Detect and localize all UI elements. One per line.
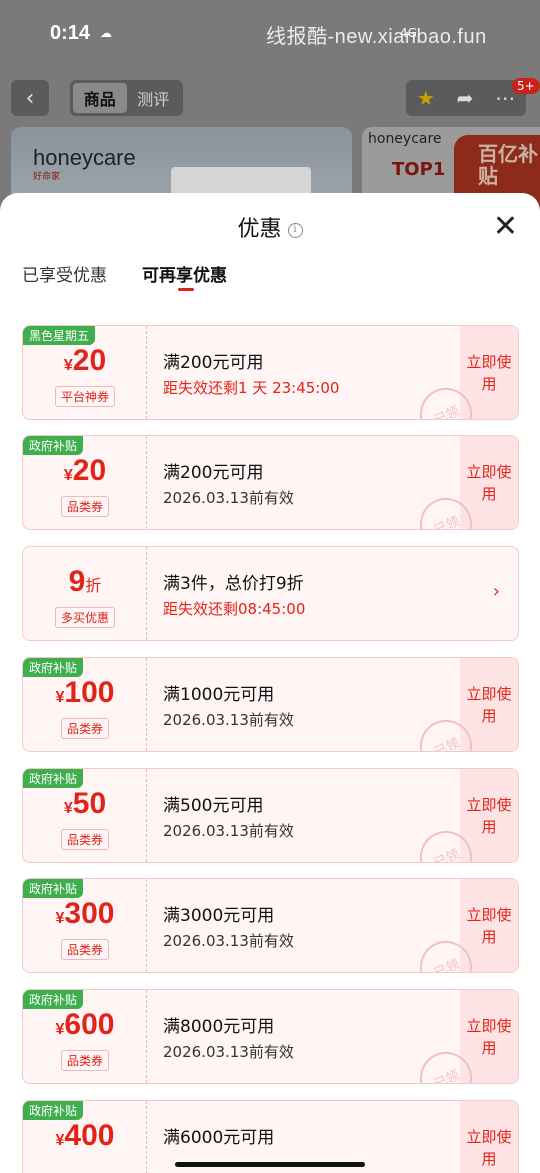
coupon-value-area: 政府补贴 ¥100 品类券 xyxy=(23,658,147,751)
discount-sheet: 优惠 i ✕ 已享受优惠 可再享优惠 黑色星期五 ¥20 平台神券 满200元可用 距… xyxy=(0,193,540,1173)
home-indicator[interactable] xyxy=(175,1162,365,1167)
coupon-condition: 满200元可用 xyxy=(163,353,264,373)
coupon-card[interactable]: 政府补贴 ¥300 品类券 满3000元可用 2026.03.13前有效 立即使用已… xyxy=(22,878,519,973)
coupon-expiry: 2026.03.13前有效 xyxy=(163,932,294,950)
coupon-value-area: 政府补贴 ¥600 品类券 xyxy=(23,990,147,1083)
coupon-amount: ¥50 xyxy=(63,787,107,820)
coupon-value-area: 政府补贴 ¥300 品类券 xyxy=(23,879,147,972)
chevron-right-icon[interactable]: › xyxy=(493,581,500,602)
close-button[interactable]: ✕ xyxy=(493,212,518,242)
coupon-amount: ¥400 xyxy=(55,1119,115,1152)
weather-icon: ☁ xyxy=(100,26,112,40)
brand-logo-text-2: honeycare xyxy=(368,131,442,147)
product-tabs: 商品 测评 xyxy=(70,80,183,116)
watermark-text: 线报酷-new.xianbao.fun xyxy=(266,26,487,48)
coupon-details: 满200元可用 2026.03.13前有效 xyxy=(163,458,294,508)
product-top-nav: ‹ 商品 测评 ★ ➦ ⋯ 5+ xyxy=(0,78,540,118)
coupon-amount: ¥100 xyxy=(55,676,115,709)
share-icon[interactable]: ➦ xyxy=(457,86,474,110)
coupon-card[interactable]: 黑色星期五 ¥20 平台神券 满200元可用 距失效还剩1 天 23:45:00 立… xyxy=(22,325,519,420)
coupon-value-area: 9折多买优惠 xyxy=(23,547,147,640)
coupon-type: 品类券 xyxy=(23,718,147,739)
coupon-value-area: 政府补贴 ¥50 品类券 xyxy=(23,769,147,862)
sheet-title: 优惠 xyxy=(237,217,282,242)
coupon-card[interactable]: 9折多买优惠 满3件，总价打9折 距失效还剩08:45:00 › xyxy=(22,546,519,641)
coupon-details: 满1000元可用 2026.03.13前有效 xyxy=(163,680,294,730)
coupon-condition: 满3000元可用 xyxy=(163,906,275,926)
coupon-expiry: 2026.03.13前有效 xyxy=(163,822,294,840)
coupon-amount: ¥20 xyxy=(63,454,107,487)
coupon-type: 品类券 xyxy=(23,939,147,960)
coupon-condition: 满200元可用 xyxy=(163,463,264,483)
status-bar: 0:14 ☁ 4G 线报酷-new.xianbao.fun xyxy=(0,0,540,66)
chevron-left-icon: ‹ xyxy=(25,85,35,111)
coupon-card[interactable]: 政府补贴 ¥100 品类券 满1000元可用 2026.03.13前有效 立即使用已… xyxy=(22,657,519,752)
coupon-type: 多买优惠 xyxy=(23,607,147,628)
coupon-card[interactable]: 政府补贴 ¥20 品类券 满200元可用 2026.03.13前有效 立即使用 已领 xyxy=(22,435,519,530)
coupon-type: 平台神券 xyxy=(23,386,147,407)
coupon-condition: 满6000元可用 xyxy=(163,1128,275,1148)
back-button[interactable]: ‹ xyxy=(11,80,49,116)
coupon-tag: 政府补贴 xyxy=(23,990,84,1009)
coupon-details: 满200元可用 距失效还剩1 天 23:45:00 xyxy=(163,348,339,398)
coupon-details: 满3000元可用 2026.03.13前有效 xyxy=(163,901,294,951)
coupon-details: 满3件，总价打9折 距失效还剩08:45:00 xyxy=(163,569,305,619)
message-badge: 5+ xyxy=(512,78,540,94)
info-icon[interactable]: i xyxy=(287,222,303,238)
active-tab-indicator xyxy=(178,288,194,291)
coupon-details: 满6000元可用 xyxy=(163,1123,274,1152)
right-tools: ★ ➦ ⋯ xyxy=(406,80,526,116)
coupon-expiry: 距失效还剩08:45:00 xyxy=(163,600,306,618)
coupon-tag: 黑色星期五 xyxy=(23,326,96,345)
use-now-button[interactable]: 立即使用 xyxy=(460,1101,518,1173)
coupon-condition: 满3件，总价打9折 xyxy=(163,574,304,594)
coupon-condition: 满8000元可用 xyxy=(163,1017,275,1037)
coupon-expiry: 2026.03.13前有效 xyxy=(163,711,294,729)
coupon-amount: ¥20 xyxy=(63,344,107,377)
coupon-value-area: 黑色星期五 ¥20 平台神券 xyxy=(23,326,147,419)
coupon-card[interactable]: 政府补贴 ¥600 品类券 满8000元可用 2026.03.13前有效 立即使用已… xyxy=(22,989,519,1084)
top1-badge: TOP1 xyxy=(392,159,446,180)
coupon-type: 品类券 xyxy=(23,1050,147,1071)
coupon-expiry: 2026.03.13前有效 xyxy=(163,1043,294,1061)
status-time: 0:14 xyxy=(50,22,91,44)
coupon-tag: 政府补贴 xyxy=(23,879,84,898)
coupon-tag: 政府补贴 xyxy=(23,769,84,788)
coupon-details: 满8000元可用 2026.03.13前有效 xyxy=(163,1012,294,1062)
coupon-value-area: 政府补贴 ¥20 品类券 xyxy=(23,436,147,529)
close-icon: ✕ xyxy=(492,209,518,244)
coupon-amount: ¥300 xyxy=(55,897,115,930)
coupon-value-area: 政府补贴 ¥400 xyxy=(23,1101,147,1173)
coupon-tag: 政府补贴 xyxy=(23,436,84,455)
tab-product[interactable]: 商品 xyxy=(73,83,127,113)
brand-sub-text: 好命家 xyxy=(33,172,61,182)
tab-review[interactable]: 测评 xyxy=(127,83,181,113)
tab-enjoyed-discounts[interactable]: 已享受优惠 xyxy=(22,261,107,286)
coupon-tag: 政府补贴 xyxy=(23,658,84,677)
coupon-amount: ¥600 xyxy=(55,1008,115,1041)
coupon-type: 品类券 xyxy=(23,496,147,517)
coupon-condition: 满500元可用 xyxy=(163,796,264,816)
favorite-star-icon[interactable]: ★ xyxy=(417,86,435,110)
coupon-details: 满500元可用 2026.03.13前有效 xyxy=(163,791,294,841)
coupon-expiry: 2026.03.13前有效 xyxy=(163,489,294,507)
brand-logo-text: honeycare xyxy=(33,145,136,170)
coupon-card[interactable]: 政府补贴 ¥50 品类券 满500元可用 2026.03.13前有效 立即使用 已领 xyxy=(22,768,519,863)
coupon-type: 品类券 xyxy=(23,829,147,850)
tab-more-discounts[interactable]: 可再享优惠 xyxy=(142,261,227,286)
coupon-condition: 满1000元可用 xyxy=(163,685,275,705)
sheet-header: 优惠 i xyxy=(0,211,540,243)
coupon-tag: 政府补贴 xyxy=(23,1101,84,1120)
coupon-amount: 9折 xyxy=(68,565,102,598)
coupon-expiry: 距失效还剩1 天 23:45:00 xyxy=(163,379,340,397)
